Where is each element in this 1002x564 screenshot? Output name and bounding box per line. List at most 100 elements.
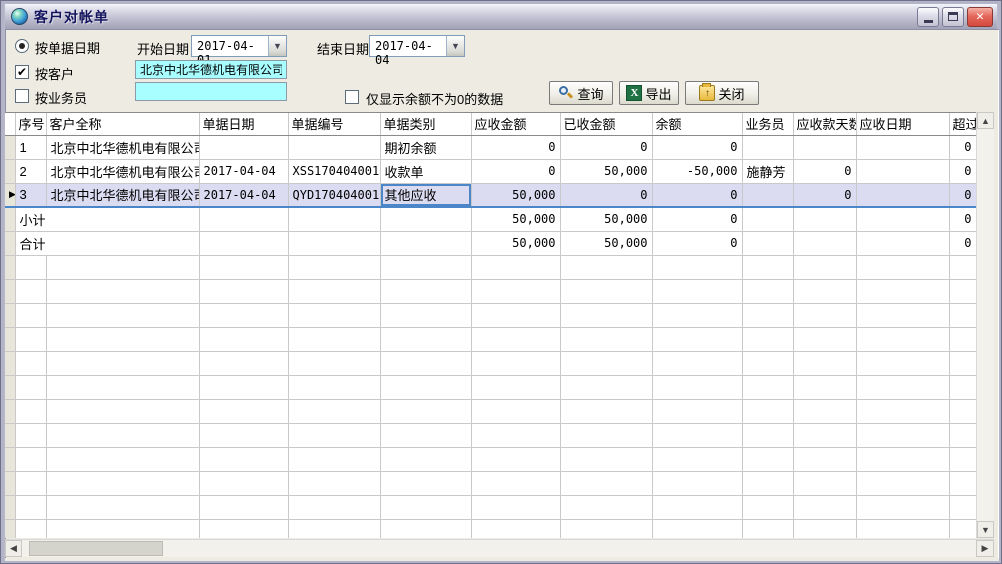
empty-cell xyxy=(471,327,560,351)
titlebar[interactable]: 客户对帐单 ✕ xyxy=(5,4,997,29)
empty-cell xyxy=(288,303,380,327)
table-row[interactable]: ▶3北京中北华德机电有限公司2017-04-04QYD170404001其他应收… xyxy=(5,183,976,207)
column-header-receivable_date[interactable]: 应收日期 xyxy=(856,113,949,135)
cell-doc_date[interactable]: 2017-04-04 xyxy=(199,183,288,207)
column-header-overdue[interactable]: 超过应 xyxy=(949,113,976,135)
maximize-button[interactable] xyxy=(942,7,964,27)
cell-received[interactable]: 0 xyxy=(560,135,652,159)
cell-receivable[interactable]: 0 xyxy=(471,159,560,183)
column-header-balance[interactable]: 余额 xyxy=(652,113,742,135)
table-row[interactable]: 1北京中北华德机电有限公司期初余额0000 xyxy=(5,135,976,159)
cell-seq[interactable]: 2 xyxy=(15,159,46,183)
column-header-receivable[interactable]: 应收金额 xyxy=(471,113,560,135)
close-button[interactable]: ✕ xyxy=(967,7,993,27)
minimize-button[interactable] xyxy=(917,7,939,27)
cell-balance[interactable]: 0 xyxy=(652,183,742,207)
cell-doc_type[interactable]: 期初余额 xyxy=(380,135,471,159)
cell-receivable_days[interactable]: 0 xyxy=(793,159,856,183)
statement-table: 序号客户全称单据日期单据编号单据类别应收金额已收金额余额业务员应收款天数应收日期… xyxy=(5,113,976,538)
by-doc-date-radio[interactable] xyxy=(15,39,29,53)
table-row[interactable]: 2北京中北华德机电有限公司2017-04-04XSS170404001收款单05… xyxy=(5,159,976,183)
horizontal-scrollbar[interactable]: ◀ ▶ xyxy=(5,539,994,557)
empty-cell xyxy=(560,327,652,351)
cell-receivable_date[interactable] xyxy=(856,135,949,159)
cell-customer[interactable]: 北京中北华德机电有限公司 xyxy=(46,135,199,159)
cell-received[interactable]: 0 xyxy=(560,183,652,207)
empty-row xyxy=(5,279,976,303)
empty-cell xyxy=(15,303,46,327)
cell-overdue[interactable]: 0 xyxy=(949,183,976,207)
column-header-seq[interactable]: 序号 xyxy=(15,113,46,135)
empty-cell xyxy=(471,495,560,519)
cell-customer[interactable]: 北京中北华德机电有限公司 xyxy=(46,183,199,207)
salesperson-input[interactable] xyxy=(135,82,287,101)
cell-balance: 0 xyxy=(652,207,742,231)
close-form-button[interactable]: 关闭 xyxy=(685,81,759,105)
cell-receivable[interactable]: 50,000 xyxy=(471,183,560,207)
empty-cell xyxy=(46,399,199,423)
cell-overdue[interactable]: 0 xyxy=(949,159,976,183)
column-header-doc_date[interactable]: 单据日期 xyxy=(199,113,288,135)
cell-customer[interactable]: 北京中北华德机电有限公司 xyxy=(46,159,199,183)
export-button[interactable]: 导出 xyxy=(619,81,679,105)
horizontal-scroll-thumb[interactable] xyxy=(29,541,163,556)
cell-doc_date[interactable]: 2017-04-04 xyxy=(199,159,288,183)
column-header-doc_type[interactable]: 单据类别 xyxy=(380,113,471,135)
cell-doc_date[interactable] xyxy=(199,135,288,159)
empty-row xyxy=(5,327,976,351)
row-state-cell xyxy=(5,135,15,159)
empty-cell xyxy=(380,471,471,495)
nonzero-only-checkbox[interactable]: ✔ xyxy=(345,90,359,104)
end-date-combo[interactable]: 2017-04-04 ▼ xyxy=(369,35,465,57)
start-date-combo[interactable]: 2017-04-01 ▼ xyxy=(191,35,287,57)
chevron-down-icon[interactable]: ▼ xyxy=(268,36,286,56)
by-salesperson-checkbox[interactable]: ✔ xyxy=(15,89,29,103)
vertical-scrollbar[interactable]: ▲ ▼ xyxy=(976,112,994,538)
chevron-down-icon[interactable]: ▼ xyxy=(446,36,464,56)
row-state-cell xyxy=(5,447,15,471)
cell-seq[interactable]: 1 xyxy=(15,135,46,159)
cell-receivable_date[interactable] xyxy=(856,159,949,183)
empty-cell xyxy=(742,375,793,399)
cell-salesperson[interactable] xyxy=(742,135,793,159)
by-customer-label: 按客户 xyxy=(35,64,74,83)
column-header-receivable_days[interactable]: 应收款天数 xyxy=(793,113,856,135)
by-customer-checkbox[interactable]: ✔ xyxy=(15,65,29,79)
empty-cell xyxy=(380,351,471,375)
scroll-left-icon[interactable]: ◀ xyxy=(5,540,22,557)
cell-salesperson[interactable]: 施静芳 xyxy=(742,159,793,183)
cell-doc_type[interactable]: 收款单 xyxy=(380,159,471,183)
empty-cell xyxy=(46,279,199,303)
empty-cell xyxy=(380,495,471,519)
column-header-received[interactable]: 已收金额 xyxy=(560,113,652,135)
scroll-right-icon[interactable]: ▶ xyxy=(976,540,994,557)
close-icon: ✕ xyxy=(976,9,984,24)
column-header-customer[interactable]: 客户全称 xyxy=(46,113,199,135)
empty-cell xyxy=(742,471,793,495)
column-header-doc_no[interactable]: 单据编号 xyxy=(288,113,380,135)
cell-seq[interactable]: 3 xyxy=(15,183,46,207)
cell-receivable_days[interactable]: 0 xyxy=(793,183,856,207)
customer-input[interactable] xyxy=(135,60,287,79)
cell-doc_no[interactable]: XSS170404001 xyxy=(288,159,380,183)
cell-overdue[interactable]: 0 xyxy=(949,135,976,159)
cell-receivable[interactable]: 0 xyxy=(471,135,560,159)
scroll-up-icon[interactable]: ▲ xyxy=(977,112,994,129)
cell-doc_type[interactable]: 其他应收 xyxy=(380,183,471,207)
cell-salesperson[interactable] xyxy=(742,183,793,207)
cell-receivable_days[interactable] xyxy=(793,135,856,159)
cell-balance[interactable]: -50,000 xyxy=(652,159,742,183)
cell-received[interactable]: 50,000 xyxy=(560,159,652,183)
row-state-cell xyxy=(5,303,15,327)
cell-received: 50,000 xyxy=(560,231,652,255)
cell-balance[interactable]: 0 xyxy=(652,135,742,159)
query-button[interactable]: 查询 xyxy=(549,81,613,105)
empty-cell xyxy=(742,495,793,519)
column-header-salesperson[interactable]: 业务员 xyxy=(742,113,793,135)
cell-receivable: 50,000 xyxy=(471,231,560,255)
maximize-icon xyxy=(948,12,958,21)
scroll-down-icon[interactable]: ▼ xyxy=(977,521,994,538)
cell-doc_no[interactable] xyxy=(288,135,380,159)
cell-doc_no[interactable]: QYD170404001 xyxy=(288,183,380,207)
cell-receivable_date[interactable] xyxy=(856,183,949,207)
